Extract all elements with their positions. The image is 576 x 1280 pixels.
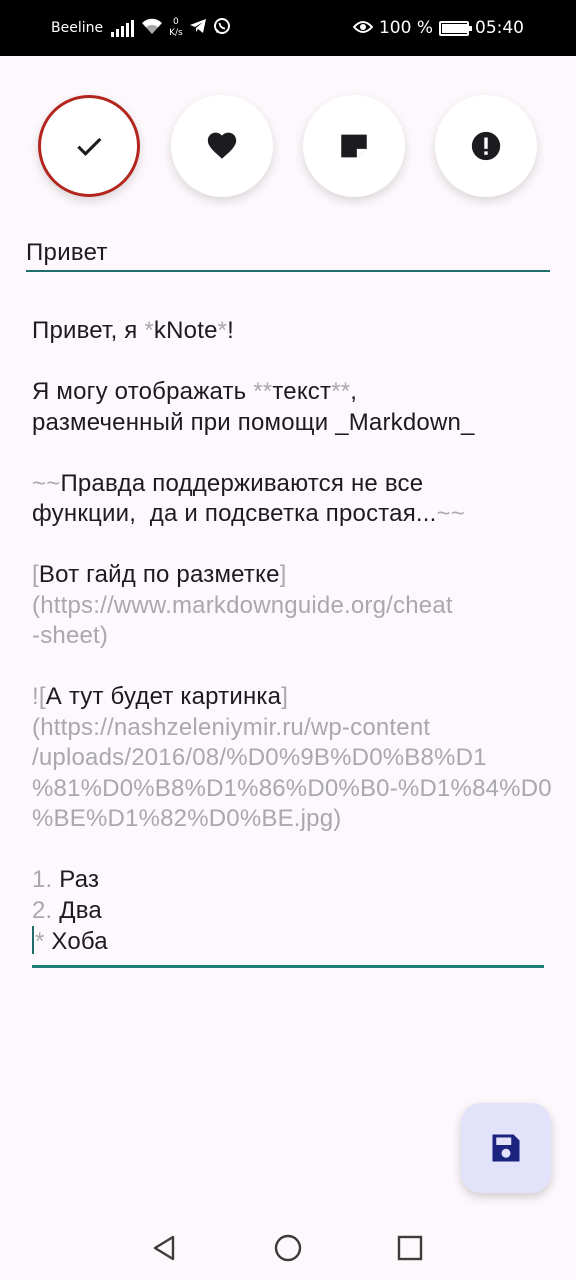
save-icon (492, 1134, 520, 1162)
tag-button-favorite[interactable] (171, 95, 273, 197)
list-item: 2. Два (32, 896, 544, 927)
markdown-syntax: ** (253, 378, 273, 405)
list-marker: 1. (32, 866, 53, 893)
body-line: ![А тут будет картинка] (32, 682, 544, 713)
wifi-icon (141, 17, 163, 39)
battery-percent: 100 % (378, 18, 433, 38)
link-url: (https://www.markdownguide.org/cheat (32, 591, 453, 619)
text-span: Хоба (44, 928, 108, 955)
list-marker: * (35, 928, 45, 955)
clock: 05:40 (475, 18, 524, 38)
markdown-syntax: ~~ (436, 500, 465, 527)
image-url: (https://nashzeleniymir.ru/wp-content (32, 713, 431, 741)
alert-icon (471, 131, 501, 161)
markdown-syntax: * (217, 317, 228, 344)
recents-icon (397, 1235, 423, 1261)
telegram-icon (189, 18, 207, 38)
net-speed: 0 K/s (169, 17, 183, 39)
back-icon (153, 1235, 175, 1261)
system-nav-bar (0, 1210, 576, 1280)
markdown-syntax: ] (281, 683, 289, 710)
tag-button-alert[interactable] (435, 95, 537, 197)
recents-button[interactable] (394, 1232, 426, 1264)
text-span: функции, да и подсветка простая... (32, 500, 437, 527)
note-body-editor[interactable]: Привет, я *kNote*! Я могу отображать **т… (32, 316, 552, 958)
status-bar: Beeline 0 K/s 100 % 05:40 (0, 0, 576, 56)
text-span: , (350, 378, 358, 405)
carrier-label: Beeline (51, 20, 104, 36)
text-cursor (32, 926, 34, 954)
check-icon (77, 137, 102, 156)
image-url: %81%D0%B8%D1%86%D0%B0-%D1%84%D0 (32, 774, 552, 802)
note-title-input[interactable]: Привет (26, 238, 550, 272)
text-span: Два (52, 896, 102, 924)
markdown-syntax: [ (38, 683, 46, 710)
battery-icon (439, 20, 472, 36)
image-url: %BE%D1%82%D0%BE.jpg) (32, 805, 342, 832)
markdown-syntax: ** (331, 378, 351, 405)
text-span: ! (227, 317, 235, 344)
text-span: Раз (52, 866, 100, 893)
body-line: [Вот гайд по разметке] (32, 560, 544, 591)
whatsapp-icon (213, 17, 231, 39)
text-span: Правда поддерживаются не все (60, 469, 424, 497)
body-focus-underline (32, 965, 544, 968)
tag-button-note[interactable] (303, 95, 405, 197)
status-bar-left: Beeline 0 K/s (51, 0, 231, 56)
eye-icon (352, 19, 374, 38)
list-marker: 2. (32, 896, 53, 924)
text-span: Я могу отображать (32, 378, 254, 405)
body-line: Привет, я *kNote*! (32, 316, 544, 347)
home-button[interactable] (272, 1232, 304, 1264)
signal-icon (111, 19, 135, 37)
markdown-syntax: ~~ (32, 469, 61, 497)
image-alt-text: А тут будет картинка (45, 683, 282, 710)
status-bar-right: 100 % 05:40 (352, 0, 524, 56)
save-button[interactable] (461, 1103, 551, 1193)
text-span: kNote (153, 317, 218, 344)
list-item: * Хоба (32, 926, 544, 958)
net-speed-unit: K/s (169, 28, 183, 38)
markdown-syntax: * (144, 317, 154, 344)
markdown-syntax: [ (32, 561, 39, 588)
net-speed-value: 0 (173, 17, 179, 27)
link-text: Вот гайд по разметке (38, 561, 280, 588)
body-line: Я могу отображать **текст**, (32, 377, 544, 408)
link-url: -sheet) (32, 622, 109, 649)
text-span: текст (272, 378, 332, 405)
heart-icon (207, 132, 237, 159)
list-item: 1. Раз (32, 865, 544, 896)
body-line: функции, да и подсветка простая...~~ (32, 499, 544, 530)
body-line: ~~Правда поддерживаются не все (32, 469, 544, 500)
home-icon (274, 1234, 302, 1262)
tag-button-check[interactable] (38, 95, 140, 197)
back-button[interactable] (149, 1232, 181, 1264)
image-url: /uploads/2016/08/%D0%9B%D0%B8%D1 (32, 744, 487, 771)
note-icon (341, 134, 367, 158)
text-span: Привет, я (32, 317, 145, 344)
body-line: размеченный при помощи _Markdown_ (32, 408, 475, 436)
markdown-syntax: ] (279, 561, 287, 588)
markdown-syntax: ! (32, 683, 39, 710)
